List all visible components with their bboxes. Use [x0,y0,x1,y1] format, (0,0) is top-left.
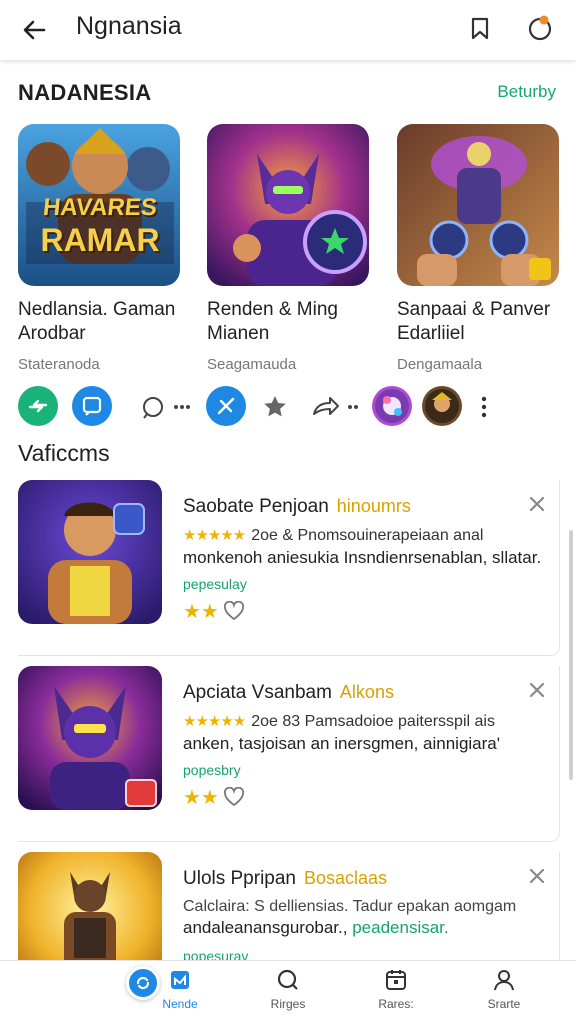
item-rating: ★★ [183,600,245,623]
rating-stars: ★★ [183,786,219,809]
bottom-navigation: Nende Rirges Rares: Srarte [0,960,576,1024]
card-name: Sanpaai & Panver Edarliiel [397,299,551,344]
star-rating: ★★★★★ [183,527,246,544]
featured-card[interactable]: Sanpaai & Panver Edarliiel Dengamaala [397,124,563,373]
section-title: Vaficcms [18,440,110,466]
search-icon [277,969,298,990]
chat-icon[interactable] [72,386,112,426]
star-icon[interactable] [262,394,288,425]
featured-see-more-link[interactable]: Beturby [497,82,556,102]
page-title: Ngnansia [76,12,182,40]
item-meta: ★★★★★ 2oe & Pnomsouinerapeiaan anal [183,527,484,544]
item-tag: Bosaclaas [304,868,388,888]
item-title: Saobate Penjoan hinoumrs [183,496,411,517]
close-icon[interactable] [527,680,547,700]
featured-card[interactable]: Renden & Ming Mianen Seagamauda [207,124,373,373]
featured-section-title: NADANESIA [18,80,152,105]
top-bar: Ngnansia [0,0,576,60]
nav-search[interactable]: Rirges [238,967,338,1011]
game-thumbnail [18,480,162,624]
compass-icon[interactable] [206,386,246,426]
item-title: Apciata Vsanbam Alkons [183,682,394,703]
item-title: Ulols Ppripan Bosaclaas [183,868,388,889]
item-description: monkenoh aniesukia Insndienrsenablan, sl… [183,548,542,567]
floating-action-button[interactable] [126,966,160,1000]
home-icon [171,971,189,989]
item-rating: ★★ [183,786,245,809]
scrollbar[interactable] [569,530,573,780]
item-tag: hinoumrs [336,496,411,516]
forward-icon[interactable] [310,394,362,425]
game-thumbnail [397,124,559,286]
comment-icon[interactable] [140,394,196,425]
item-tag: Alkons [339,682,394,702]
star-rating: ★★★★★ [183,713,246,730]
card-name: Renden & Ming Mianen [207,299,338,344]
card-subtitle: Stateranoda [18,356,100,373]
item-label: pepesulay [183,576,247,592]
card-name: Nedlansia. Gaman Arodbar [18,299,176,344]
action-icon-row [0,386,576,432]
calendar-icon [386,970,406,990]
thumbnail-art-text: HAVARES [41,194,159,221]
game-thumbnail [18,666,162,810]
more-icon[interactable] [478,394,490,425]
rating-stars: ★★ [183,600,219,623]
back-arrow-icon[interactable] [18,14,50,46]
item-meta: ★★★★★ 2oe 83 Pamsadoioe paitersspil ais [183,713,495,730]
close-icon[interactable] [527,866,547,886]
game-thumbnail [207,124,369,286]
heart-icon[interactable] [223,601,245,621]
item-description: andaleanansgurobar., peadensisar. [183,918,449,937]
share-icon[interactable] [18,386,58,426]
refresh-icon [136,976,150,990]
nav-calendar[interactable]: Rares: [346,967,446,1011]
close-icon[interactable] [527,494,547,514]
game-thumbnail: HAVARES RAMAR [18,124,180,286]
item-description: anken, tasjoisan an inersgmen, ainnigiar… [183,734,500,753]
list-item[interactable]: Apciata Vsanbam Alkons ★★★★★ 2oe 83 Pamsad… [18,666,560,842]
profile-icon [494,970,514,991]
notification-icon[interactable] [524,12,556,44]
featured-card[interactable]: HAVARES RAMAR Nedlansia. Gaman Arodbar St… [18,124,184,373]
item-meta: Calclaira: S delliensias. Tadur epakan a… [183,898,517,915]
list-item[interactable]: Saobate Penjoan hinoumrs ★★★★★ 2oe & Pnoms… [18,480,560,656]
avatar[interactable] [422,386,462,426]
heart-icon[interactable] [223,787,245,807]
avatar[interactable] [372,386,412,426]
bookmark-icon[interactable] [464,12,496,44]
item-label: popesbry [183,762,241,778]
nav-profile[interactable]: Srarte [454,967,554,1011]
thumbnail-art-text: RAMAR [40,222,160,258]
card-subtitle: Dengamaala [397,356,483,373]
card-subtitle: Seagamauda [207,356,297,373]
